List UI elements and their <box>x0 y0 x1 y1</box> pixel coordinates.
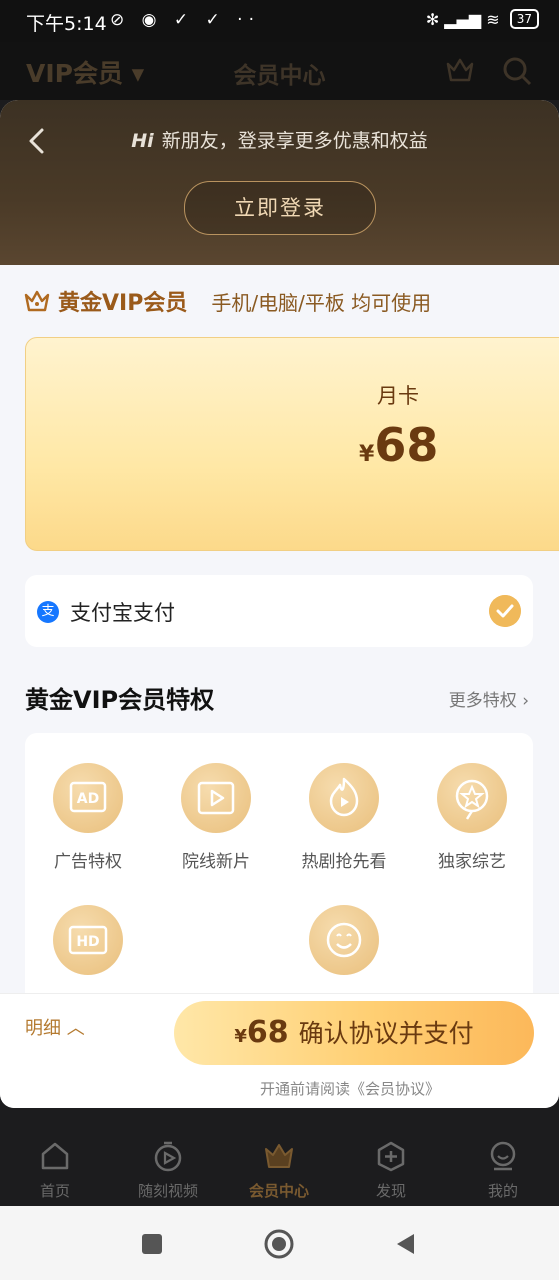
vip-title-row: 黄金VIP会员 手机/电脑/平板 均可使用 <box>24 284 431 318</box>
app-bar: VIP会员 ▾ 会员中心 <box>0 42 559 100</box>
privilege-film[interactable]: 院线新片 <box>156 763 276 872</box>
nav-discover[interactable]: 发现 <box>341 1140 441 1201</box>
privilege-ad[interactable]: AD 广告特权 <box>28 763 148 872</box>
confirm-pay-button[interactable]: ¥68 确认协议并支付 <box>174 1001 534 1065</box>
details-toggle[interactable]: 明细 ︿ <box>25 1014 85 1040</box>
back-nav-icon[interactable] <box>394 1232 418 1256</box>
hi-label: Hi <box>131 130 154 152</box>
star-icon <box>437 763 507 833</box>
privilege-variety[interactable]: 独家综艺 <box>412 763 532 872</box>
play-timer-icon <box>154 1141 182 1172</box>
privilege-label: 热剧抢先看 <box>301 852 387 872</box>
agreement-link[interactable]: 开通前请阅读《会员协议》 <box>0 1078 559 1099</box>
fire-play-icon <box>309 763 379 833</box>
system-nav-bar <box>0 1206 559 1280</box>
notification-icons: ⊘ ◉ ✓ ✓ ·· <box>110 10 260 30</box>
privilege-hot-drama[interactable]: 热剧抢先看 <box>284 763 404 872</box>
plan-price: ¥68 <box>359 418 438 472</box>
pay-text: 确认协议并支付 <box>298 1019 474 1048</box>
privilege-label: 院线新片 <box>182 852 250 872</box>
crown-icon <box>24 290 50 312</box>
status-right: ✻ ▂▄▆ ≋ 37 <box>426 9 539 29</box>
svg-text:HD: HD <box>76 934 99 950</box>
nav-suike-video[interactable]: 随刻视频 <box>118 1140 218 1201</box>
privilege-label: 广告特权 <box>54 852 122 872</box>
hd-icon: HD <box>53 905 123 975</box>
nav-mine[interactable]: 我的 <box>453 1140 553 1201</box>
login-tip-text: 新朋友，登录享更多优惠和权益 <box>161 130 428 152</box>
checkout-bar: 明细 ︿ ¥68 确认协议并支付 开通前请阅读《会员协议》 <box>0 993 559 1108</box>
plan-currency: ¥ <box>359 442 375 467</box>
privileges-title: 黄金VIP会员特权 <box>25 686 215 714</box>
home-icon <box>41 1142 69 1170</box>
purchase-sheet: Hi 新朋友，登录享更多优惠和权益 立即登录 黄金VIP会员 手机/电脑/平板 均… <box>0 100 559 1108</box>
plus-icon <box>377 1141 405 1172</box>
plan-price-value: 68 <box>374 418 439 472</box>
status-bar: 下午5:14 ⊘ ◉ ✓ ✓ ·· ✻ ▂▄▆ ≋ 37 <box>0 0 559 42</box>
nav-label: 我的 <box>487 1182 518 1200</box>
nav-label: 随刻视频 <box>137 1182 198 1200</box>
alipay-icon: 支 <box>37 601 59 623</box>
vip-subtitle: 手机/电脑/平板 均可使用 <box>211 290 432 315</box>
privileges-grid: AD 广告特权 院线新片 热剧抢先看 独家综艺 HD <box>25 733 533 1033</box>
signal-icons: ✻ ▂▄▆ ≋ <box>425 9 500 29</box>
plan-name: 月卡 <box>377 384 419 408</box>
vip-title: 黄金VIP会员 <box>58 291 188 316</box>
home-button-icon[interactable] <box>263 1228 295 1260</box>
pay-currency: ¥ <box>234 1026 247 1047</box>
profile-icon <box>490 1141 516 1171</box>
privilege-emoji[interactable] <box>284 905 404 989</box>
nav-label: 会员中心 <box>248 1182 309 1200</box>
checkmark-icon <box>489 595 521 627</box>
status-time: 下午5:14 <box>26 13 107 35</box>
nav-home[interactable]: 首页 <box>5 1140 105 1201</box>
film-icon <box>181 763 251 833</box>
bottom-nav: 首页 随刻视频 会员中心 发现 我的 <box>0 1130 559 1206</box>
pay-amount: 68 <box>246 1015 289 1050</box>
plan-card-monthly[interactable]: 月卡 ¥68 <box>25 337 559 551</box>
more-privileges-link[interactable]: 更多特权 › <box>449 686 529 711</box>
login-tip: Hi 新朋友，登录享更多优惠和权益 <box>0 126 559 153</box>
nav-label: 发现 <box>375 1182 406 1200</box>
recents-icon[interactable] <box>140 1232 164 1256</box>
page-title: 会员中心 <box>233 63 326 89</box>
crown-icon[interactable] <box>445 56 475 84</box>
nav-label: 首页 <box>39 1182 70 1200</box>
ad-icon: AD <box>53 763 123 833</box>
emoji-icon <box>309 905 379 975</box>
login-banner: Hi 新朋友，登录享更多优惠和权益 立即登录 <box>0 100 559 265</box>
privilege-label: 独家综艺 <box>438 852 506 872</box>
battery-icon: 37 <box>509 9 539 29</box>
search-icon[interactable] <box>502 56 532 86</box>
payment-label: 支付宝支付 <box>70 601 175 625</box>
privilege-hd[interactable]: HD <box>28 905 148 989</box>
crown-icon <box>265 1144 293 1168</box>
svg-text:AD: AD <box>77 791 99 807</box>
nav-vip-center[interactable]: 会员中心 <box>229 1140 329 1201</box>
payment-method-alipay[interactable]: 支 支付宝支付 <box>25 575 533 647</box>
login-button[interactable]: 立即登录 <box>184 181 376 235</box>
